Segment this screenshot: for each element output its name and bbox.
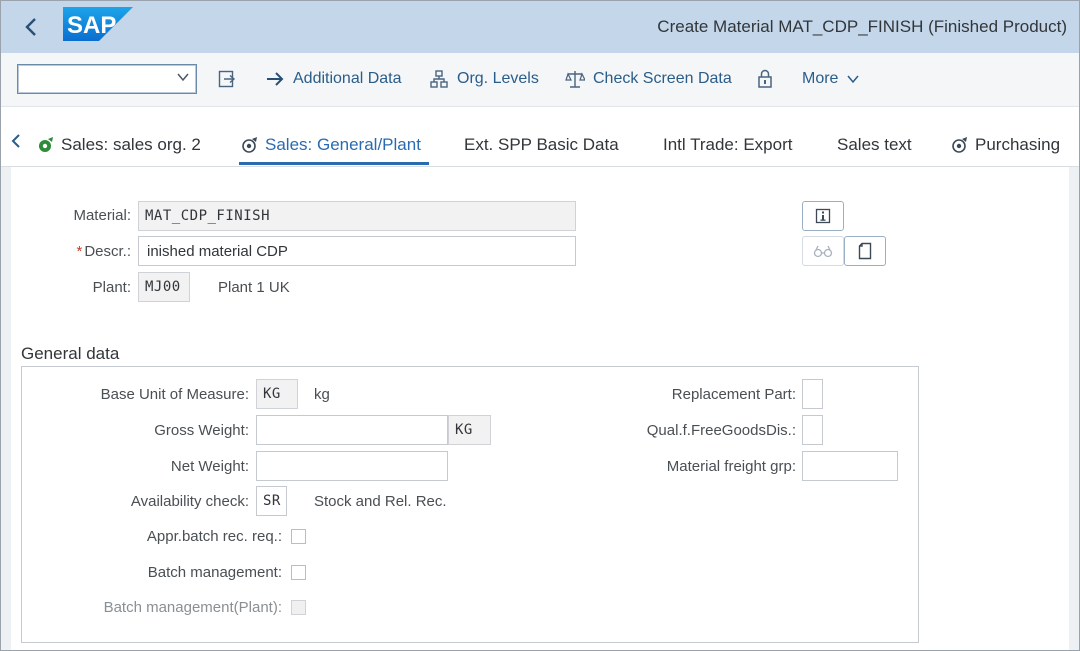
tab-label: Intl Trade: Export bbox=[663, 135, 793, 154]
sales-plant-icon bbox=[242, 137, 257, 153]
exit-icon bbox=[218, 70, 236, 88]
tab-intl-trade-export[interactable]: Intl Trade: Export bbox=[663, 135, 792, 155]
check-screen-data-label: Check Screen Data bbox=[593, 70, 732, 87]
base-uom-field[interactable]: KG bbox=[256, 379, 298, 409]
availability-check-field[interactable]: SR bbox=[256, 486, 287, 516]
qual-free-goods-label: Qual.f.FreeGoodsDis.: bbox=[646, 422, 796, 439]
availability-check-description: Stock and Rel. Rec. bbox=[314, 493, 447, 510]
batch-management-plant-label: Batch management(Plant): bbox=[103, 599, 282, 616]
tab-purchasing[interactable]: Purchasing bbox=[951, 135, 1060, 155]
additional-data-label: Additional Data bbox=[293, 70, 402, 87]
sap-logo-text: SAP bbox=[67, 12, 116, 39]
description-field[interactable]: inished material CDP bbox=[138, 236, 576, 266]
active-tab-indicator bbox=[239, 162, 429, 165]
org-levels-button[interactable]: Org. Levels bbox=[429, 66, 539, 92]
chevron-down-icon bbox=[847, 75, 860, 84]
chevron-left-icon bbox=[11, 134, 20, 148]
tab-label: Sales: General/Plant bbox=[265, 135, 421, 154]
display-button[interactable] bbox=[802, 236, 844, 266]
shell-bar: SAP Create Material MAT_CDP_FINISH (Fini… bbox=[1, 1, 1079, 53]
hierarchy-icon bbox=[430, 70, 448, 88]
more-label: More bbox=[802, 70, 839, 87]
page-margin-left bbox=[1, 167, 11, 650]
replacement-part-label: Replacement Part: bbox=[671, 386, 796, 403]
descr-label-text: Descr.: bbox=[84, 243, 131, 260]
material-label: Material: bbox=[73, 207, 131, 224]
page-title: Create Material MAT_CDP_FINISH (Finished… bbox=[657, 17, 1067, 36]
plant-label: Plant: bbox=[92, 279, 131, 296]
batch-management-label: Batch management: bbox=[147, 564, 282, 581]
tab-label: Sales: sales org. 2 bbox=[61, 135, 201, 154]
more-button[interactable]: More bbox=[802, 66, 860, 92]
tab-label: Purchasing bbox=[975, 135, 1061, 154]
tab-label: Sales text bbox=[837, 135, 912, 154]
document-icon bbox=[858, 242, 872, 260]
chevron-left-icon bbox=[25, 18, 36, 36]
appr-batch-checkbox[interactable] bbox=[291, 529, 306, 544]
gross-weight-label: Gross Weight: bbox=[154, 422, 249, 439]
material-freight-field[interactable] bbox=[802, 451, 898, 481]
app-window: SAP Create Material MAT_CDP_FINISH (Fini… bbox=[0, 0, 1080, 651]
additional-data-button[interactable]: Additional Data bbox=[265, 66, 402, 92]
lock-icon bbox=[758, 69, 772, 88]
tab-scroll-left-button[interactable] bbox=[11, 133, 21, 154]
plant-field[interactable]: MJ00 bbox=[138, 272, 190, 302]
check-screen-data-button[interactable]: Check Screen Data bbox=[565, 66, 732, 92]
tab-ext-spp-basic-data[interactable]: Ext. SPP Basic Data bbox=[464, 135, 619, 155]
back-button[interactable] bbox=[15, 11, 47, 43]
gross-weight-field[interactable] bbox=[256, 415, 448, 445]
tab-label: Ext. SPP Basic Data bbox=[464, 135, 619, 154]
arrow-right-icon bbox=[267, 72, 284, 86]
lock-button[interactable] bbox=[757, 66, 773, 92]
material-field[interactable]: MAT_CDP_FINISH bbox=[138, 201, 576, 231]
tab-sales-text[interactable]: Sales text bbox=[837, 135, 912, 155]
command-field[interactable] bbox=[17, 64, 197, 94]
page-margin-right bbox=[1069, 167, 1079, 650]
org-levels-label: Org. Levels bbox=[457, 70, 539, 87]
tab-strip: Sales: sales org. 2 Sales: General/Plant… bbox=[1, 121, 1079, 167]
appr-batch-label: Appr.batch rec. req.: bbox=[146, 528, 282, 545]
material-freight-label: Material freight grp: bbox=[666, 458, 796, 475]
purchasing-icon bbox=[952, 137, 967, 153]
chevron-down-icon[interactable] bbox=[176, 70, 190, 84]
batch-management-plant-checkbox[interactable] bbox=[291, 600, 306, 615]
sales-org-icon bbox=[39, 137, 53, 152]
sap-logo[interactable]: SAP bbox=[63, 7, 133, 41]
plant-description: Plant 1 UK bbox=[218, 279, 290, 296]
gross-weight-unit-field[interactable]: KG bbox=[448, 415, 491, 445]
toolbar: Additional Data Org. Levels Check Screen… bbox=[1, 53, 1079, 107]
base-uom-description: kg bbox=[314, 386, 330, 403]
required-marker: * bbox=[76, 243, 83, 260]
descr-label: * Descr.: bbox=[41, 243, 131, 260]
info-button[interactable] bbox=[802, 201, 844, 231]
base-uom-label: Base Unit of Measure: bbox=[100, 386, 249, 403]
general-data-title: General data bbox=[21, 344, 120, 363]
replacement-part-field[interactable] bbox=[802, 379, 823, 409]
exit-button[interactable] bbox=[217, 66, 237, 92]
glasses-icon bbox=[813, 245, 833, 258]
batch-management-checkbox[interactable] bbox=[291, 565, 306, 580]
document-button[interactable] bbox=[844, 236, 886, 266]
tab-sales-general-plant[interactable]: Sales: General/Plant bbox=[241, 135, 421, 155]
net-weight-label: Net Weight: bbox=[170, 458, 249, 475]
info-icon bbox=[815, 208, 831, 224]
availability-check-label: Availability check: bbox=[130, 493, 249, 510]
net-weight-field[interactable] bbox=[256, 451, 448, 481]
tab-sales-org-2[interactable]: Sales: sales org. 2 bbox=[37, 135, 201, 155]
qual-free-goods-field[interactable] bbox=[802, 415, 823, 445]
balance-scale-icon bbox=[565, 71, 585, 88]
